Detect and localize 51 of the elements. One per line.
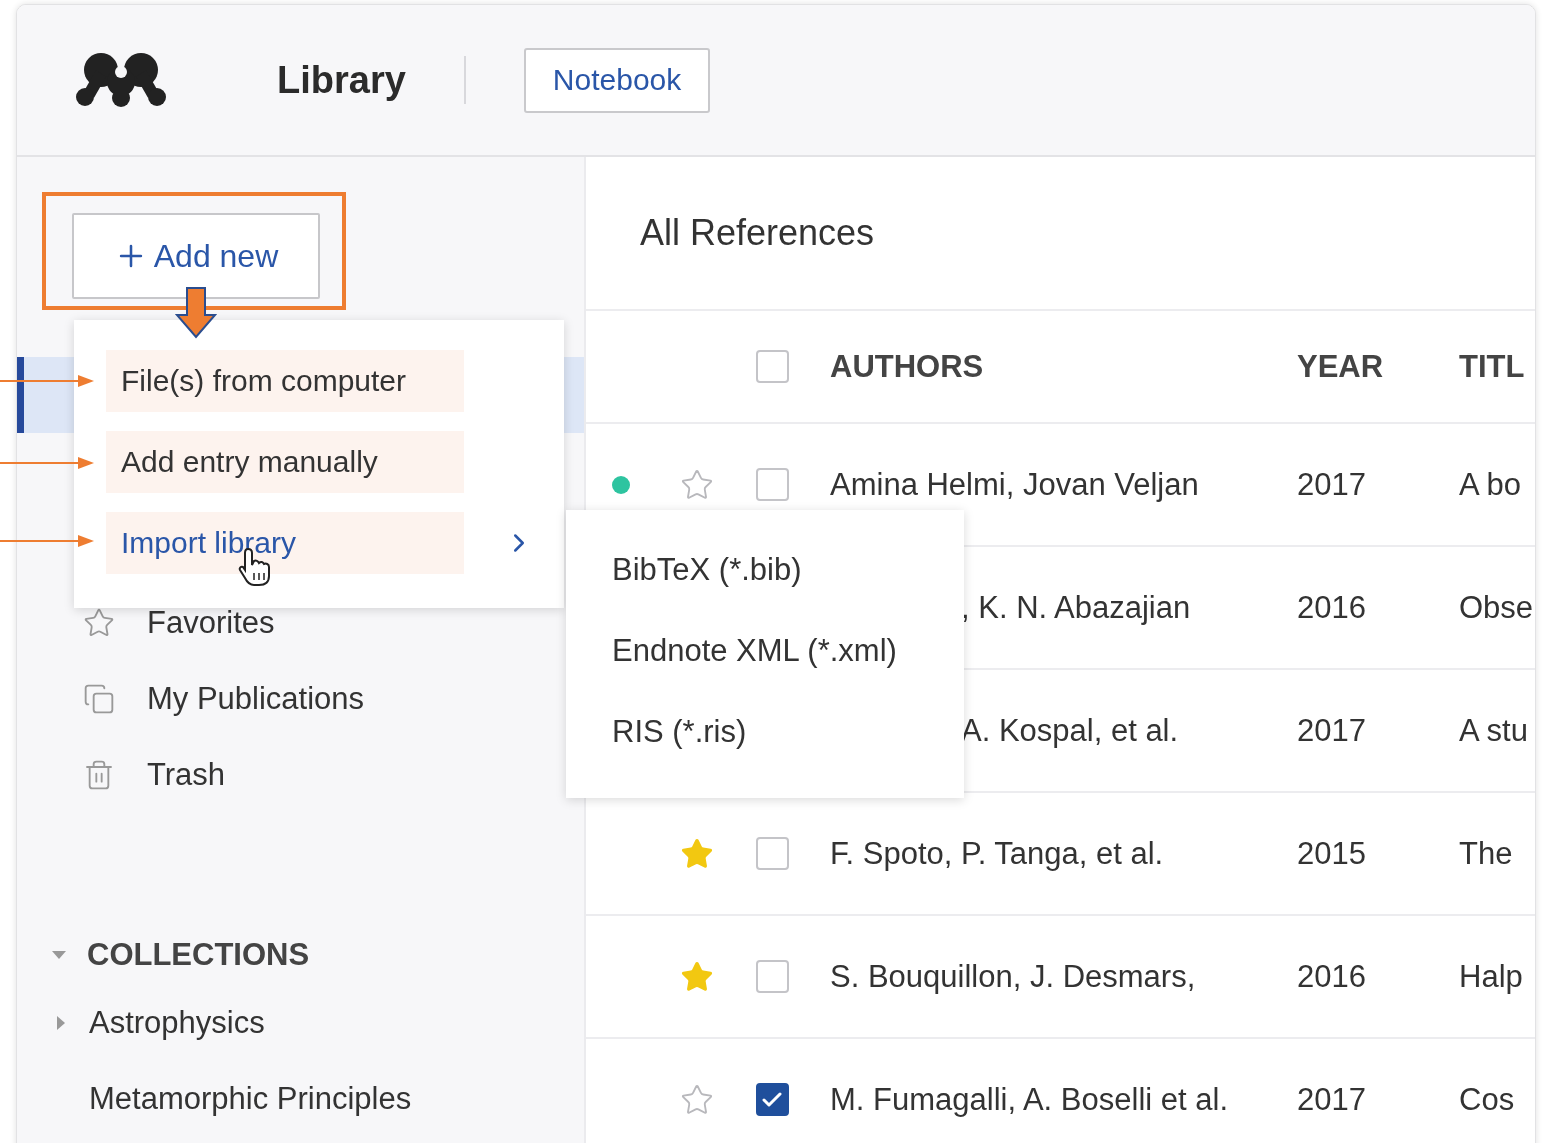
title-cell-text: A stu — [1459, 712, 1529, 749]
star-icon[interactable] — [680, 836, 714, 871]
year-cell-text: 2016 — [1297, 589, 1367, 626]
checkbox[interactable] — [755, 350, 789, 383]
year-cell-text: 2017 — [1297, 1081, 1367, 1118]
column-header[interactable]: YEAR — [1297, 348, 1459, 385]
title-cell-text: Halp — [1459, 958, 1524, 995]
star-icon — [83, 607, 115, 639]
star-icon[interactable] — [680, 1082, 714, 1117]
collections-heading: COLLECTIONS — [87, 937, 310, 973]
authors-cell-text: S. Bouquillon, J. Desmars, — [829, 958, 1197, 995]
checkbox[interactable] — [755, 837, 789, 870]
year-cell-text: 2017 — [1297, 466, 1367, 503]
collection-item[interactable]: Metamorphic Principles — [89, 1081, 412, 1117]
trash-icon — [83, 759, 115, 791]
checkbox[interactable] — [755, 468, 789, 501]
app-title: Library — [277, 58, 406, 102]
checkbox[interactable] — [755, 1083, 789, 1116]
authors-cell-text: F. Spoto, P. Tanga, et al. — [829, 835, 1165, 872]
submenu-item[interactable]: RIS (*.ris) — [612, 714, 747, 749]
page-title: All References — [640, 212, 875, 254]
authors-cell-text: , K. N. Abazajian — [960, 589, 1192, 626]
checkbox[interactable] — [755, 960, 789, 993]
notebook-button[interactable]: Notebook — [523, 47, 711, 113]
title-cell-text: Cos — [1459, 1081, 1516, 1118]
authors-cell-text: M. Fumagalli, A. Boselli et al. — [829, 1081, 1229, 1118]
star-icon[interactable] — [680, 467, 714, 502]
column-header[interactable]: AUTHORS — [806, 348, 1297, 385]
title-cell-text: The — [1459, 835, 1514, 872]
add-new-button[interactable]: Add new — [72, 213, 320, 299]
sidebar-item[interactable]: My Publications — [17, 661, 584, 737]
title-cell: Obse — [1459, 589, 1535, 626]
authors-cell-text: Amina Helmi, Jovan Veljan — [829, 466, 1200, 503]
menu-item[interactable]: File(s) from computer — [106, 350, 464, 412]
title-cell-text: A bo — [1459, 466, 1523, 503]
star-icon[interactable] — [680, 959, 714, 994]
collection-item[interactable]: Astrophysics — [89, 1005, 265, 1041]
sidebar-item[interactable]: Trash — [17, 737, 584, 813]
submenu-item[interactable]: BibTeX (*.bib) — [612, 552, 802, 587]
pages-icon — [83, 683, 115, 715]
year-cell-text: 2016 — [1297, 958, 1367, 995]
year-cell-text: 2017 — [1297, 712, 1367, 749]
sidebar-item-label: Trash — [147, 757, 226, 793]
sidebar-item-label: My Publications — [147, 681, 365, 717]
down-arrow — [175, 287, 217, 339]
sidebar-item[interactable]: Favorites — [17, 585, 584, 661]
sidebar-item-label: Favorites — [147, 605, 275, 641]
column-header[interactable]: TITL — [1459, 348, 1535, 385]
menu-item[interactable]: Add entry manually — [106, 431, 464, 493]
submenu-item[interactable]: Endnote XML (*.xml) — [612, 633, 897, 668]
year-cell-text: 2015 — [1297, 835, 1367, 872]
